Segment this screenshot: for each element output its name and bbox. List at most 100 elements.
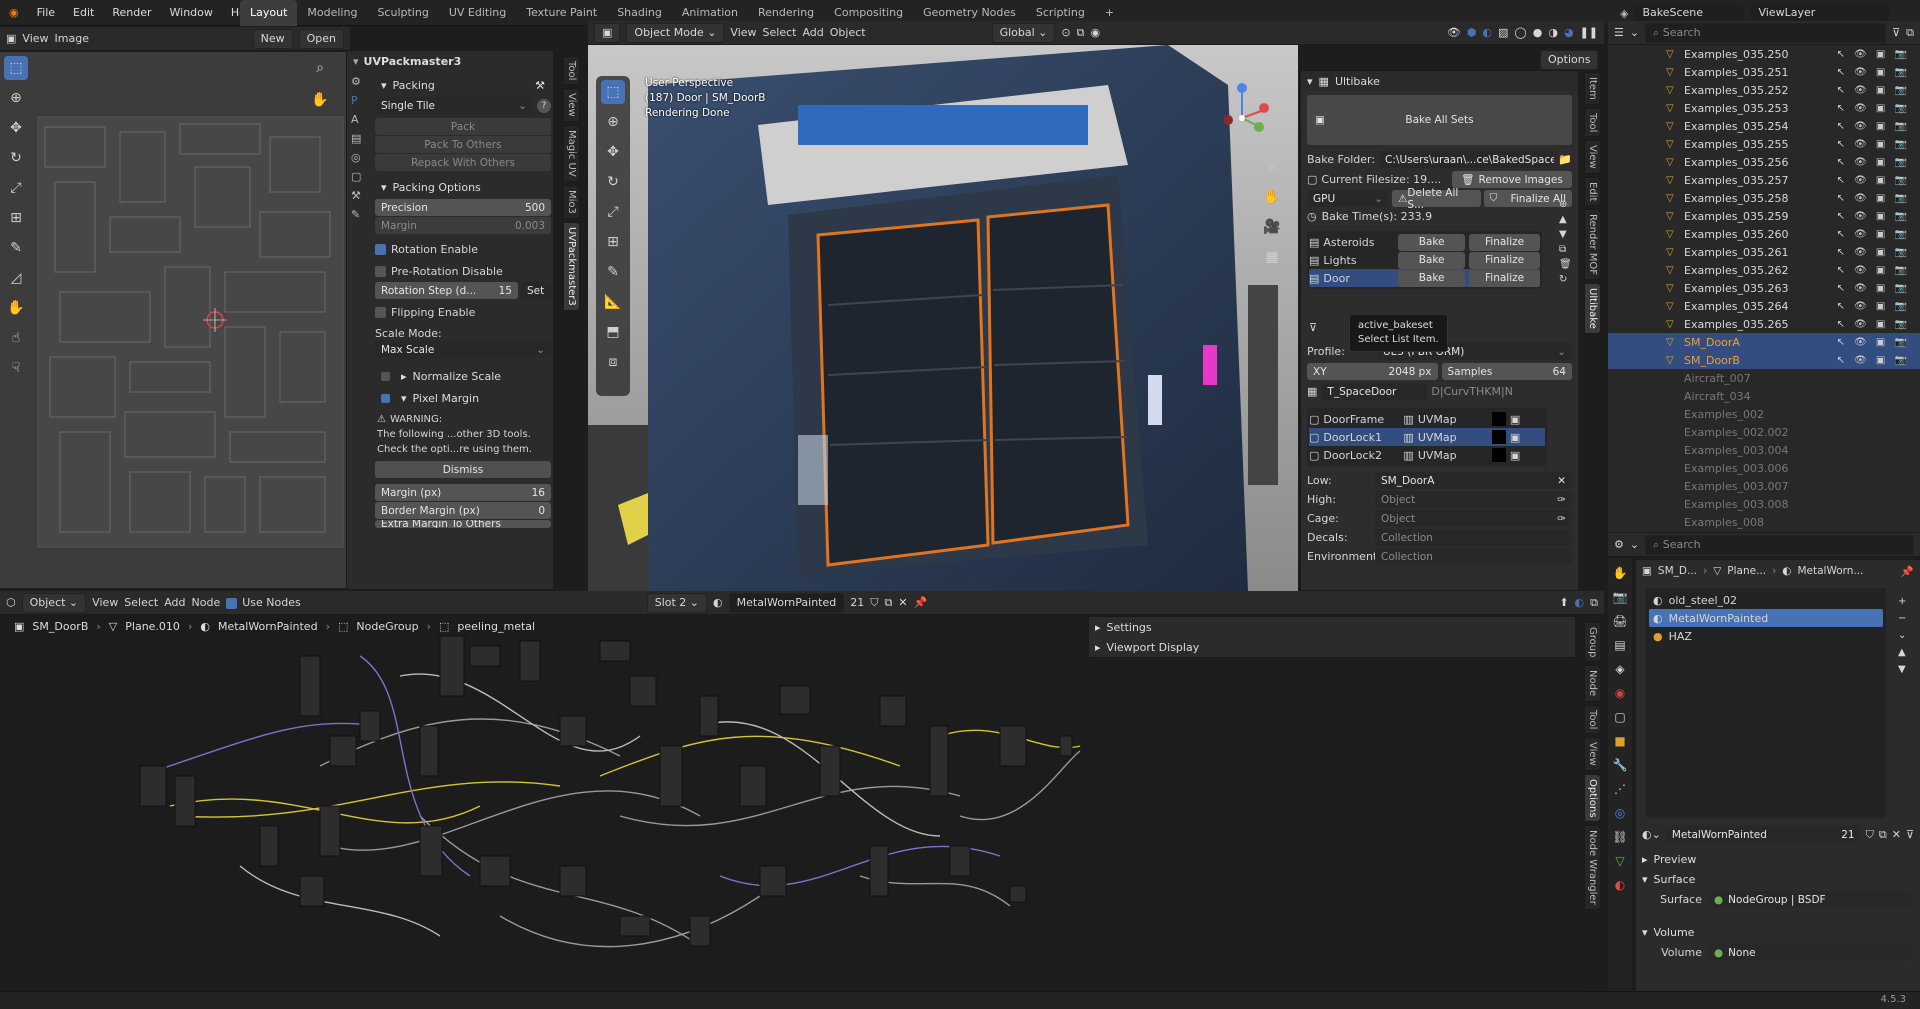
pack-tool-icon[interactable]: ⚒ <box>351 189 369 202</box>
pause-icon[interactable]: ❚❚ <box>1580 26 1598 39</box>
properties-search-input[interactable]: ⌕ Search <box>1645 534 1914 555</box>
slot-menu-icon[interactable]: ⌄ <box>1898 630 1906 641</box>
constraints-tab-icon[interactable]: ⛓ <box>1612 830 1627 844</box>
list-item[interactable]: ▤ Asteroids Bake Finalize <box>1309 233 1540 251</box>
material-name-field[interactable]: MetalWornPainted <box>728 592 845 613</box>
tab-node[interactable]: Node <box>1584 665 1601 702</box>
uv-menu-image[interactable]: Image <box>55 32 89 45</box>
pin-icon[interactable]: 📌 <box>914 596 928 609</box>
normalize-scale-section[interactable]: ▸ Normalize Scale <box>375 366 551 386</box>
slot-down-icon[interactable]: ▼ <box>1898 664 1906 675</box>
tab-tool[interactable]: Tool <box>1584 704 1601 734</box>
particles-tab-icon[interactable]: ⋰ <box>1614 782 1626 796</box>
preview-section[interactable]: ▸ Preview <box>1636 849 1920 869</box>
open-image-button[interactable]: Open <box>298 28 344 49</box>
pack-box-icon[interactable]: ▢ <box>351 170 369 183</box>
tab-uv-editing[interactable]: UV Editing <box>439 0 516 26</box>
outliner-row-disabled[interactable]: Examples_002 <box>1608 405 1920 423</box>
rotation-set-dropdown[interactable]: Set <box>521 282 551 299</box>
tab-sculpting[interactable]: Sculpting <box>367 0 438 26</box>
pack-to-others-button[interactable]: Pack To Others <box>375 136 551 153</box>
list-item[interactable]: ◐ old_steel_02 <box>1649 591 1883 609</box>
high-object-field[interactable]: Object ✑ <box>1375 491 1572 508</box>
tab-view[interactable]: View <box>563 88 580 123</box>
material-browse-icon[interactable]: ◐⌄ <box>1642 828 1661 841</box>
grab-icon[interactable]: ✋ <box>4 296 28 320</box>
rotation-enable-checkbox[interactable]: Rotation Enable <box>375 240 551 258</box>
texture-name-field[interactable]: T_SpaceDoor <box>1321 383 1428 400</box>
shading-solid-icon[interactable]: ● <box>1533 26 1543 39</box>
pack-brush-icon[interactable]: ✎ <box>351 208 369 221</box>
add-set-icon[interactable]: ⊕ <box>1559 199 1572 210</box>
outliner-row[interactable]: ▽ Examples_035.260 ↖ 👁 ▣ 📷 <box>1608 225 1920 243</box>
orientation-dropdown[interactable]: Global ⌄ <box>991 22 1056 43</box>
outliner-row[interactable]: ▽ Examples_035.263 ↖ 👁 ▣ 📷 <box>1608 279 1920 297</box>
viewport-options-button[interactable]: Options <box>1540 50 1599 70</box>
bake-folder-field[interactable]: C:\Users\uraan\...ce\BakedSpace\ <box>1379 151 1555 168</box>
perspective-grid-icon[interactable]: ▦ <box>1260 245 1284 269</box>
tab-layout[interactable]: Layout <box>240 0 298 26</box>
unlink-material-icon[interactable]: ✕ <box>898 596 907 609</box>
xray-icon[interactable]: ▨ <box>1498 26 1508 39</box>
list-item-selected[interactable]: ▢ DoorLock1 ▥ UVMap ▣ <box>1309 428 1545 446</box>
refresh-icon[interactable]: ↻ <box>1559 274 1572 285</box>
bake-all-sets-button[interactable]: ▣ Bake All Sets <box>1307 95 1572 145</box>
list-item-selected[interactable]: ◐ MetalWornPainted <box>1649 609 1883 627</box>
outliner-row[interactable]: ▽ Examples_035.254 ↖ 👁 ▣ 📷 <box>1608 117 1920 135</box>
pack-grid-icon[interactable]: ▤ <box>351 132 369 145</box>
pivot-icon[interactable]: ⊙ <box>1061 26 1070 39</box>
tab-item[interactable]: Item <box>1584 72 1601 105</box>
node-overlay-icon[interactable]: ◐ <box>1575 596 1585 609</box>
tab-group[interactable]: Group <box>1584 622 1601 663</box>
environment-collection-field[interactable]: Collection <box>1375 548 1572 565</box>
outliner-row-disabled[interactable]: Examples_003.007 <box>1608 477 1920 495</box>
link-dropdown-icon[interactable]: ⊽ <box>1906 828 1914 841</box>
visibility-icons[interactable]: ↖ 👁 ▣ 📷 <box>1836 103 1910 114</box>
overlay-icon[interactable]: ◐ <box>1482 26 1492 39</box>
list-item[interactable]: ▢ DoorLock2 ▥ UVMap ▣ <box>1309 446 1545 464</box>
image-icon[interactable]: ▣ <box>1510 449 1520 462</box>
outliner-row[interactable]: ▽ Examples_035.257 ↖ 👁 ▣ 📷 <box>1608 171 1920 189</box>
camera-icon[interactable]: 🎥 <box>1260 215 1284 239</box>
finalize-button[interactable]: Finalize <box>1469 251 1540 269</box>
transform-icon[interactable]: ⊞ <box>4 206 28 230</box>
parent-group-icon[interactable]: ⬆ <box>1559 596 1568 609</box>
settings-section[interactable]: ▸ Settings <box>1089 617 1575 637</box>
outliner-row[interactable]: ▽ Examples_035.256 ↖ 👁 ▣ 📷 <box>1608 153 1920 171</box>
uv-menu-view[interactable]: View <box>22 32 48 45</box>
visibility-icons[interactable]: ↖ 👁 ▣ 📷 <box>1836 121 1910 132</box>
copy-icon[interactable]: ⧉ <box>1559 244 1572 255</box>
outliner-row[interactable]: ▽ Examples_035.264 ↖ 👁 ▣ 📷 <box>1608 297 1920 315</box>
viewport-display-section[interactable]: ▸ Viewport Display <box>1089 637 1575 657</box>
duplicate-material-icon[interactable]: ⧉ <box>884 596 892 610</box>
shading-material-icon[interactable]: ◑ <box>1548 26 1558 39</box>
dismiss-button[interactable]: Dismiss <box>375 461 551 478</box>
extra-margin-field[interactable]: Extra Margin To Others <box>375 520 551 528</box>
add-object-icon[interactable]: ⧈ <box>601 350 625 374</box>
tool-tab-icon[interactable]: ✋ <box>1613 566 1628 580</box>
finalize-button[interactable]: Finalize <box>1469 269 1540 287</box>
add-cube-icon[interactable]: ⬒ <box>601 320 625 344</box>
outliner-row[interactable]: ▽ Examples_035.262 ↖ 👁 ▣ 📷 <box>1608 261 1920 279</box>
menu-render[interactable]: Render <box>103 0 160 26</box>
pack-lock-icon[interactable]: ◎ <box>351 151 369 164</box>
visibility-icons[interactable]: ↖ 👁 ▣ 📷 <box>1836 157 1910 168</box>
xy-resolution-field[interactable]: XY 2048 px <box>1307 363 1438 380</box>
outliner-row[interactable]: ▽ Examples_035.253 ↖ 👁 ▣ 📷 <box>1608 99 1920 117</box>
packing-settings-icon[interactable]: ⚒ <box>535 79 545 92</box>
mode-dropdown[interactable]: Object Mode ⌄ <box>626 22 725 43</box>
decals-collection-field[interactable]: Collection <box>1375 529 1572 546</box>
scene-name-field[interactable]: BakeScene <box>1634 3 1745 23</box>
shading-wire-icon[interactable]: ◯ <box>1514 26 1526 39</box>
node-snap-icon[interactable]: ⧉ <box>1590 596 1598 610</box>
object-tab-icon[interactable]: ■ <box>1614 734 1625 748</box>
editor-type-icon[interactable]: ⬡ <box>6 596 16 609</box>
delete-set-icon[interactable]: 🗑 <box>1559 259 1572 270</box>
surface-shader-field[interactable]: ● NodeGroup | BSDF <box>1708 891 1912 908</box>
pack-button[interactable]: Pack <box>375 118 551 135</box>
move-icon[interactable]: ✥ <box>4 116 28 140</box>
delete-all-button[interactable]: ⚠ Delete All S... <box>1392 187 1481 211</box>
fake-user-icon[interactable]: ⛉ <box>870 596 878 610</box>
visibility-icons[interactable]: ↖ 👁 ▣ 📷 <box>1836 85 1910 96</box>
volume-section[interactable]: ▾ Volume <box>1636 922 1920 942</box>
